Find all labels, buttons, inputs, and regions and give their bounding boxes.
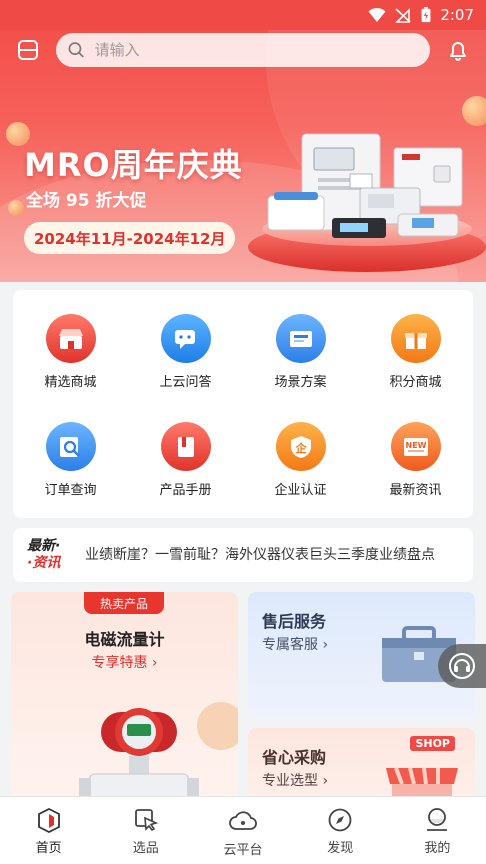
banner-date-range: 2024年11月-2024年12月 <box>24 222 236 254</box>
top-bar <box>0 30 486 70</box>
grid-item-label: 上云问答 <box>159 375 212 390</box>
tab-label: 选品 <box>132 841 159 856</box>
grid-item-label: 场景方案 <box>274 375 327 390</box>
notification-button[interactable] <box>444 36 472 64</box>
headset-icon <box>449 653 475 679</box>
solution-icon <box>275 314 326 363</box>
grid-item-label: 积分商城 <box>389 375 442 390</box>
tab-select-product[interactable]: 选品 <box>97 797 194 864</box>
banner-title: MRO周年庆典 <box>24 146 243 184</box>
news-icon: NEW <box>390 422 441 471</box>
easy-purchase-subtitle: 专业选型 › <box>262 773 329 789</box>
bell-icon <box>450 42 466 61</box>
manual-icon <box>160 422 211 471</box>
news-tag-line1: 最新· <box>27 538 61 554</box>
order-search-icon <box>45 422 96 471</box>
coin-decoration <box>8 200 24 216</box>
after-sales-title: 售后服务 <box>262 612 327 631</box>
svg-text:NEW: NEW <box>405 441 426 450</box>
mall-icon <box>45 314 96 363</box>
tab-profile[interactable]: 我的 <box>389 797 486 864</box>
battery-icon <box>421 7 431 23</box>
menu-icon <box>18 40 38 60</box>
customer-service-button[interactable] <box>438 644 486 688</box>
status-time: 2:07 <box>440 6 474 24</box>
search-icon <box>68 42 84 58</box>
tab-discover[interactable]: 发现 <box>292 797 389 864</box>
grid-item-label: 企业认证 <box>274 483 327 498</box>
compass-icon <box>328 808 352 832</box>
qa-icon <box>160 314 211 363</box>
grid-item-label: 最新资讯 <box>389 483 442 498</box>
promo-subtitle: 专享特惠 › <box>91 655 158 671</box>
tab-home[interactable]: 首页 <box>0 797 97 864</box>
grid-item-points-mall[interactable]: 积分商城 <box>358 290 473 390</box>
grid-item-label: 订单查询 <box>44 483 97 498</box>
bottom-navigation: 首页 选品 云平台 发现 我的 <box>0 796 486 864</box>
tab-label: 发现 <box>327 841 354 856</box>
instrument-products-image <box>267 133 463 238</box>
news-tag-line2: ·资讯 <box>27 555 61 571</box>
no-signal-icon <box>395 8 411 23</box>
promo-flowmeter-card[interactable]: 热卖产品 电磁流量计 专享特惠 › <box>11 592 238 802</box>
grid-item-qa[interactable]: 上云问答 <box>128 290 243 390</box>
search-bar[interactable] <box>56 33 430 67</box>
scan-menu-button[interactable] <box>14 36 42 64</box>
hot-product-tag: 热卖产品 <box>84 592 164 614</box>
status-bar: 2:07 <box>0 0 486 30</box>
grid-item-manual[interactable]: 产品手册 <box>128 398 243 498</box>
quick-entry-card: 精选商城 上云问答 场景方案 积分商城 订单查询 产品手册 企 企业认证 NEW… <box>13 290 473 518</box>
gift-icon <box>390 314 441 363</box>
grid-item-order-search[interactable]: 订单查询 <box>13 398 128 498</box>
profile-icon <box>427 808 448 831</box>
tab-cloud-platform[interactable]: 云平台 <box>194 797 291 864</box>
wifi-icon <box>368 7 386 22</box>
coin-decoration <box>462 96 486 126</box>
banner-subtitle: 全场 95 折大促 <box>26 191 147 211</box>
promo-title: 电磁流量计 <box>84 630 165 649</box>
flowmeter-image <box>79 702 238 802</box>
news-ticker[interactable]: 最新· ·资讯 业绩断崖？一雪前耻？海外仪器仪表巨头三季度业绩盘点 <box>13 528 473 582</box>
tab-label: 我的 <box>424 841 451 856</box>
home-icon <box>37 807 60 833</box>
shop-badge: SHOP <box>410 736 455 751</box>
grid-item-certification[interactable]: 企 企业认证 <box>243 398 358 498</box>
grid-item-news[interactable]: NEW 最新资讯 <box>358 398 473 498</box>
news-headline[interactable]: 业绩断崖？一雪前耻？海外仪器仪表巨头三季度业绩盘点 <box>85 545 459 565</box>
easy-purchase-title: 省心采购 <box>262 748 327 767</box>
select-product-icon <box>134 809 159 832</box>
grid-item-mall[interactable]: 精选商城 <box>13 290 128 390</box>
svg-text:企: 企 <box>294 441 307 455</box>
certify-icon: 企 <box>275 422 326 471</box>
news-tag: 最新· ·资讯 <box>27 538 73 572</box>
tab-label: 云平台 <box>223 843 263 858</box>
grid-item-label: 产品手册 <box>159 483 212 498</box>
tab-label: 首页 <box>35 841 62 856</box>
cloud-icon <box>229 811 257 830</box>
grid-item-solution[interactable]: 场景方案 <box>243 290 358 390</box>
after-sales-subtitle: 专属客服 › <box>262 637 329 653</box>
grid-item-label: 精选商城 <box>44 375 97 390</box>
search-input[interactable] <box>94 41 418 59</box>
